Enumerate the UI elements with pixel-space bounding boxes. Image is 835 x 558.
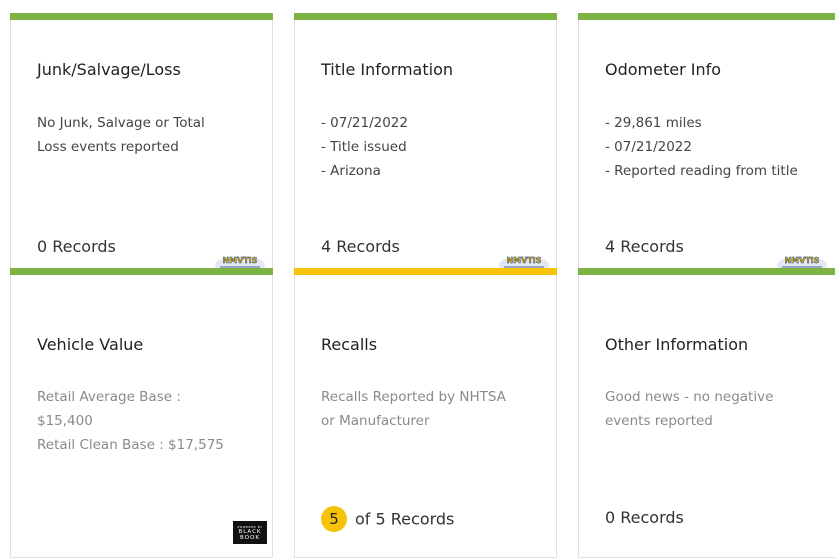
status-bar xyxy=(578,268,835,275)
card-details: Good news - no negative events reported xyxy=(605,389,774,429)
recall-count-badge: 5 xyxy=(321,506,347,532)
card-title: Vehicle Value xyxy=(37,335,144,354)
svg-text:NMVTIS: NMVTIS xyxy=(784,256,819,265)
vehicle-value-card[interactable]: Vehicle Value Retail Average Base : $15,… xyxy=(10,268,273,558)
card-details: - 29,861 miles - 07/21/2022 - Reported r… xyxy=(605,115,798,179)
junk-salvage-card[interactable]: Junk/Salvage/Loss No Junk, Salvage or To… xyxy=(10,13,273,275)
status-bar xyxy=(10,268,273,275)
svg-text:NMVTIS: NMVTIS xyxy=(222,256,257,265)
title-information-card[interactable]: Title Information - 07/21/2022 - Title i… xyxy=(294,13,557,275)
card-details: - 07/21/2022 - Title issued - Arizona xyxy=(321,115,408,179)
card-details: No Junk, Salvage or Total Loss events re… xyxy=(37,115,205,155)
status-bar xyxy=(294,268,557,275)
card-title: Title Information xyxy=(321,60,453,79)
records-count: 4 Records xyxy=(321,237,400,256)
status-bar xyxy=(578,13,835,20)
card-title: Junk/Salvage/Loss xyxy=(37,60,181,79)
status-bar xyxy=(10,13,273,20)
black-book-logo: POWERED BY BLACK BOOK xyxy=(233,521,267,544)
card-title: Recalls xyxy=(321,335,378,354)
records-count: 5 of 5 Records xyxy=(321,506,454,532)
records-count: 0 Records xyxy=(37,237,116,256)
other-information-card[interactable]: Other Information Good news - no negativ… xyxy=(578,268,835,558)
card-title: Other Information xyxy=(605,335,749,354)
odometer-info-card[interactable]: Odometer Info - 29,861 miles - 07/21/202… xyxy=(578,13,835,275)
recalls-card[interactable]: Recalls Recalls Reported by NHTSA or Man… xyxy=(294,268,557,558)
card-title: Odometer Info xyxy=(605,60,722,79)
card-details: Recalls Reported by NHTSA or Manufacture… xyxy=(321,389,506,429)
status-bar xyxy=(294,13,557,20)
records-count: 0 Records xyxy=(605,508,684,527)
records-count: 4 Records xyxy=(605,237,684,256)
card-details: Retail Average Base : $15,400 Retail Cle… xyxy=(37,389,224,453)
svg-text:NMVTIS: NMVTIS xyxy=(506,256,541,265)
